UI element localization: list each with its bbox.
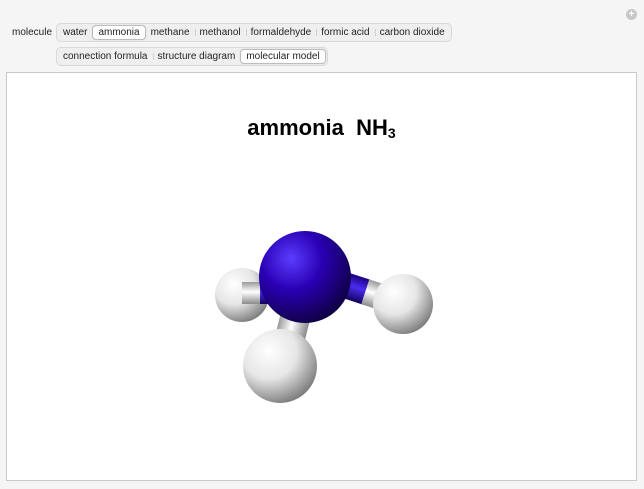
molecule-option-ammonia[interactable]: ammonia (92, 25, 146, 40)
nitrogen-atom (259, 231, 351, 323)
display-panel: ammonia NH3 (6, 72, 637, 481)
molecule-option-water[interactable]: water (58, 25, 92, 40)
view-selector: connection formula structure diagram mol… (56, 47, 328, 66)
hydrogen-atom-front (243, 329, 317, 403)
ammonia-molecular-model[interactable] (7, 73, 636, 480)
plus-icon[interactable]: + (626, 9, 637, 20)
molecule-option-methane[interactable]: methane (146, 25, 195, 40)
molecule-option-carbon-dioxide[interactable]: carbon dioxide (374, 25, 450, 40)
molecule-option-formic-acid[interactable]: formic acid (316, 25, 374, 40)
view-option-molecular-model[interactable]: molecular model (240, 49, 326, 64)
molecule-selector: water ammonia methane methanol formaldeh… (56, 23, 452, 42)
view-option-structure-diagram[interactable]: structure diagram (152, 49, 241, 64)
view-option-connection-formula[interactable]: connection formula (58, 49, 153, 64)
molecule-label: molecule (12, 27, 53, 38)
molecule-option-methanol[interactable]: methanol (194, 25, 246, 40)
hydrogen-atom-right (373, 274, 433, 334)
molecule-option-formaldehyde[interactable]: formaldehyde (245, 25, 317, 40)
